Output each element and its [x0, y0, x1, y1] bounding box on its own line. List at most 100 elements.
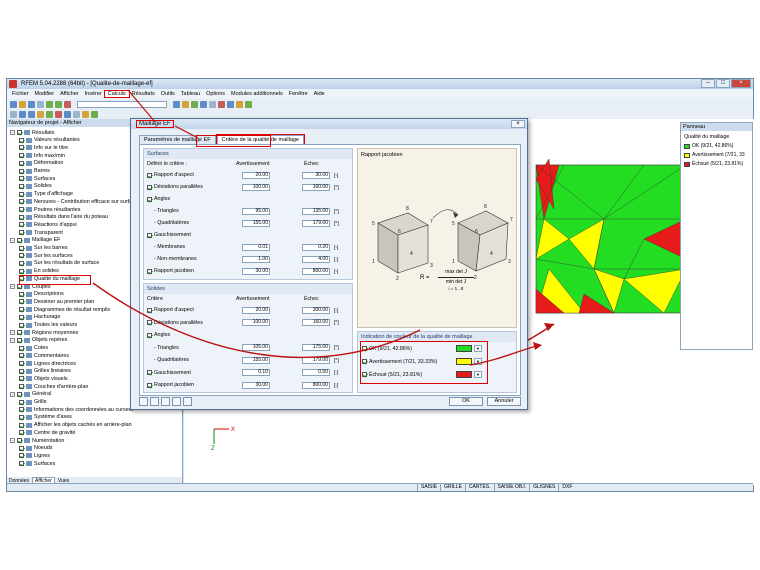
- results-icon[interactable]: [182, 100, 189, 108]
- warning-input[interactable]: 105.00: [242, 344, 270, 351]
- ok-button[interactable]: OK: [449, 397, 483, 406]
- tree-item[interactable]: Couches d'arrière-plan: [19, 383, 88, 390]
- tree-group[interactable]: − Maillage EF: [10, 237, 60, 244]
- load-icon[interactable]: [64, 110, 71, 118]
- tree-item[interactable]: Cotes: [19, 345, 48, 352]
- warning-input[interactable]: 30.00: [242, 381, 270, 389]
- tree-group[interactable]: − Résultats: [10, 129, 54, 136]
- fail-input[interactable]: 0.50: [302, 369, 330, 376]
- checkbox[interactable]: [19, 314, 24, 320]
- default-icon[interactable]: [183, 397, 192, 406]
- expand-icon[interactable]: −: [10, 330, 15, 336]
- menu-afficher[interactable]: Afficher: [57, 91, 82, 97]
- warning-input[interactable]: 20.00: [242, 171, 270, 179]
- checkbox[interactable]: [19, 253, 24, 259]
- info-icon[interactable]: [150, 397, 159, 406]
- checkbox[interactable]: [19, 245, 24, 251]
- undo-icon[interactable]: [46, 100, 53, 108]
- checkbox[interactable]: [19, 160, 24, 166]
- menu-inserer[interactable]: Insérer: [82, 91, 105, 97]
- node-icon[interactable]: [19, 110, 26, 118]
- checkbox[interactable]: [19, 368, 24, 374]
- warning-input[interactable]: 155.00: [242, 219, 270, 227]
- menu-modifier[interactable]: Modifier: [32, 91, 58, 97]
- tree-item[interactable]: Lignes directrices: [19, 360, 76, 367]
- warning-input[interactable]: 30.00: [242, 267, 270, 275]
- tree-item[interactable]: Hachurage: [19, 314, 60, 321]
- tree-item[interactable]: Surfaces: [19, 175, 55, 182]
- tree-item[interactable]: En solides: [19, 268, 59, 275]
- tree-item[interactable]: Grilles linéaires: [19, 368, 71, 375]
- iso-view-icon[interactable]: [227, 100, 234, 108]
- expand-icon[interactable]: −: [10, 284, 15, 289]
- checkbox[interactable]: [19, 430, 24, 436]
- view-icon[interactable]: [173, 100, 180, 108]
- color-swatch[interactable]: [456, 345, 472, 352]
- criterion-checkbox[interactable]: [147, 184, 152, 190]
- indication-checkbox[interactable]: [362, 359, 367, 364]
- tree-item[interactable]: Info max/min: [19, 152, 65, 159]
- checkbox[interactable]: [19, 445, 24, 451]
- tree-item[interactable]: Sur les surfaces: [19, 252, 73, 259]
- front-view-icon[interactable]: [245, 100, 252, 108]
- fail-input[interactable]: 179.00: [302, 219, 330, 227]
- status-glignes[interactable]: GLIGNES: [529, 484, 558, 491]
- criterion-checkbox[interactable]: [147, 307, 152, 313]
- help-icon[interactable]: [139, 397, 148, 406]
- calculate-icon[interactable]: [64, 100, 71, 108]
- tree-group[interactable]: − Général: [10, 391, 51, 398]
- tree-item[interactable]: Surfaces: [19, 460, 55, 467]
- warning-input[interactable]: 100.00: [242, 319, 270, 326]
- tree-item[interactable]: Barres: [19, 168, 50, 175]
- checkbox[interactable]: [19, 168, 24, 174]
- checkbox[interactable]: [19, 353, 24, 359]
- fail-input[interactable]: 175.00: [302, 344, 330, 351]
- checkbox[interactable]: [19, 214, 24, 220]
- minimize-button[interactable]: –: [701, 79, 715, 88]
- new-icon[interactable]: [10, 100, 17, 108]
- status-saisie-obj[interactable]: SAISIE OBJ.: [493, 484, 530, 491]
- tree-item[interactable]: Noeuds: [19, 445, 53, 452]
- tree-group[interactable]: − Numérotation: [10, 437, 64, 444]
- checkbox[interactable]: [19, 176, 24, 182]
- color-dropdown-icon[interactable]: ▼: [474, 371, 482, 378]
- solid-icon[interactable]: [46, 110, 53, 118]
- tree-item[interactable]: Sur les résultats de surface: [19, 260, 99, 267]
- tree-item[interactable]: Commentaires: [19, 352, 69, 359]
- indication-checkbox[interactable]: [362, 346, 367, 351]
- tree-item[interactable]: Nervures - Contribution efficace sur sur…: [19, 198, 132, 205]
- warning-input[interactable]: 20.00: [242, 306, 270, 314]
- checkbox[interactable]: [17, 330, 22, 336]
- line-icon[interactable]: [28, 110, 35, 118]
- menu-tableau[interactable]: Tableau: [178, 91, 203, 97]
- expand-icon[interactable]: −: [10, 130, 15, 135]
- checkbox[interactable]: [19, 422, 24, 428]
- tree-item[interactable]: Poutres résultantes: [19, 206, 80, 213]
- menu-fichier[interactable]: Fichier: [9, 91, 32, 97]
- status-dxf[interactable]: DXF: [558, 484, 575, 491]
- checkbox[interactable]: [19, 268, 24, 274]
- support-icon[interactable]: [55, 110, 62, 118]
- checkbox[interactable]: [19, 399, 24, 405]
- tree-item[interactable]: Centre de gravité: [19, 429, 75, 436]
- menu-options[interactable]: Options: [203, 91, 228, 97]
- checkbox[interactable]: [19, 453, 24, 459]
- checkbox[interactable]: [19, 260, 24, 266]
- tree-item[interactable]: Transparent: [19, 229, 63, 236]
- checkbox[interactable]: [19, 345, 24, 351]
- criterion-checkbox[interactable]: [147, 320, 152, 325]
- checkbox[interactable]: [19, 230, 24, 236]
- fail-input[interactable]: 4.00: [302, 255, 330, 263]
- expand-icon[interactable]: −: [10, 391, 15, 397]
- dialog-close-button[interactable]: ×: [511, 120, 525, 128]
- tree-item[interactable]: Déformation: [19, 160, 63, 167]
- menu-aide[interactable]: Aide: [311, 91, 328, 97]
- tree-item[interactable]: Info sur le titre: [19, 144, 68, 151]
- warning-input[interactable]: 155.00: [242, 356, 270, 364]
- warning-input[interactable]: 1.00: [242, 255, 270, 263]
- tree-item[interactable]: Descriptions: [19, 291, 64, 298]
- checkbox[interactable]: [17, 337, 22, 343]
- checkbox[interactable]: [19, 137, 24, 143]
- checkbox[interactable]: [19, 322, 24, 328]
- tree-item[interactable]: Valeurs résultantes: [19, 137, 80, 144]
